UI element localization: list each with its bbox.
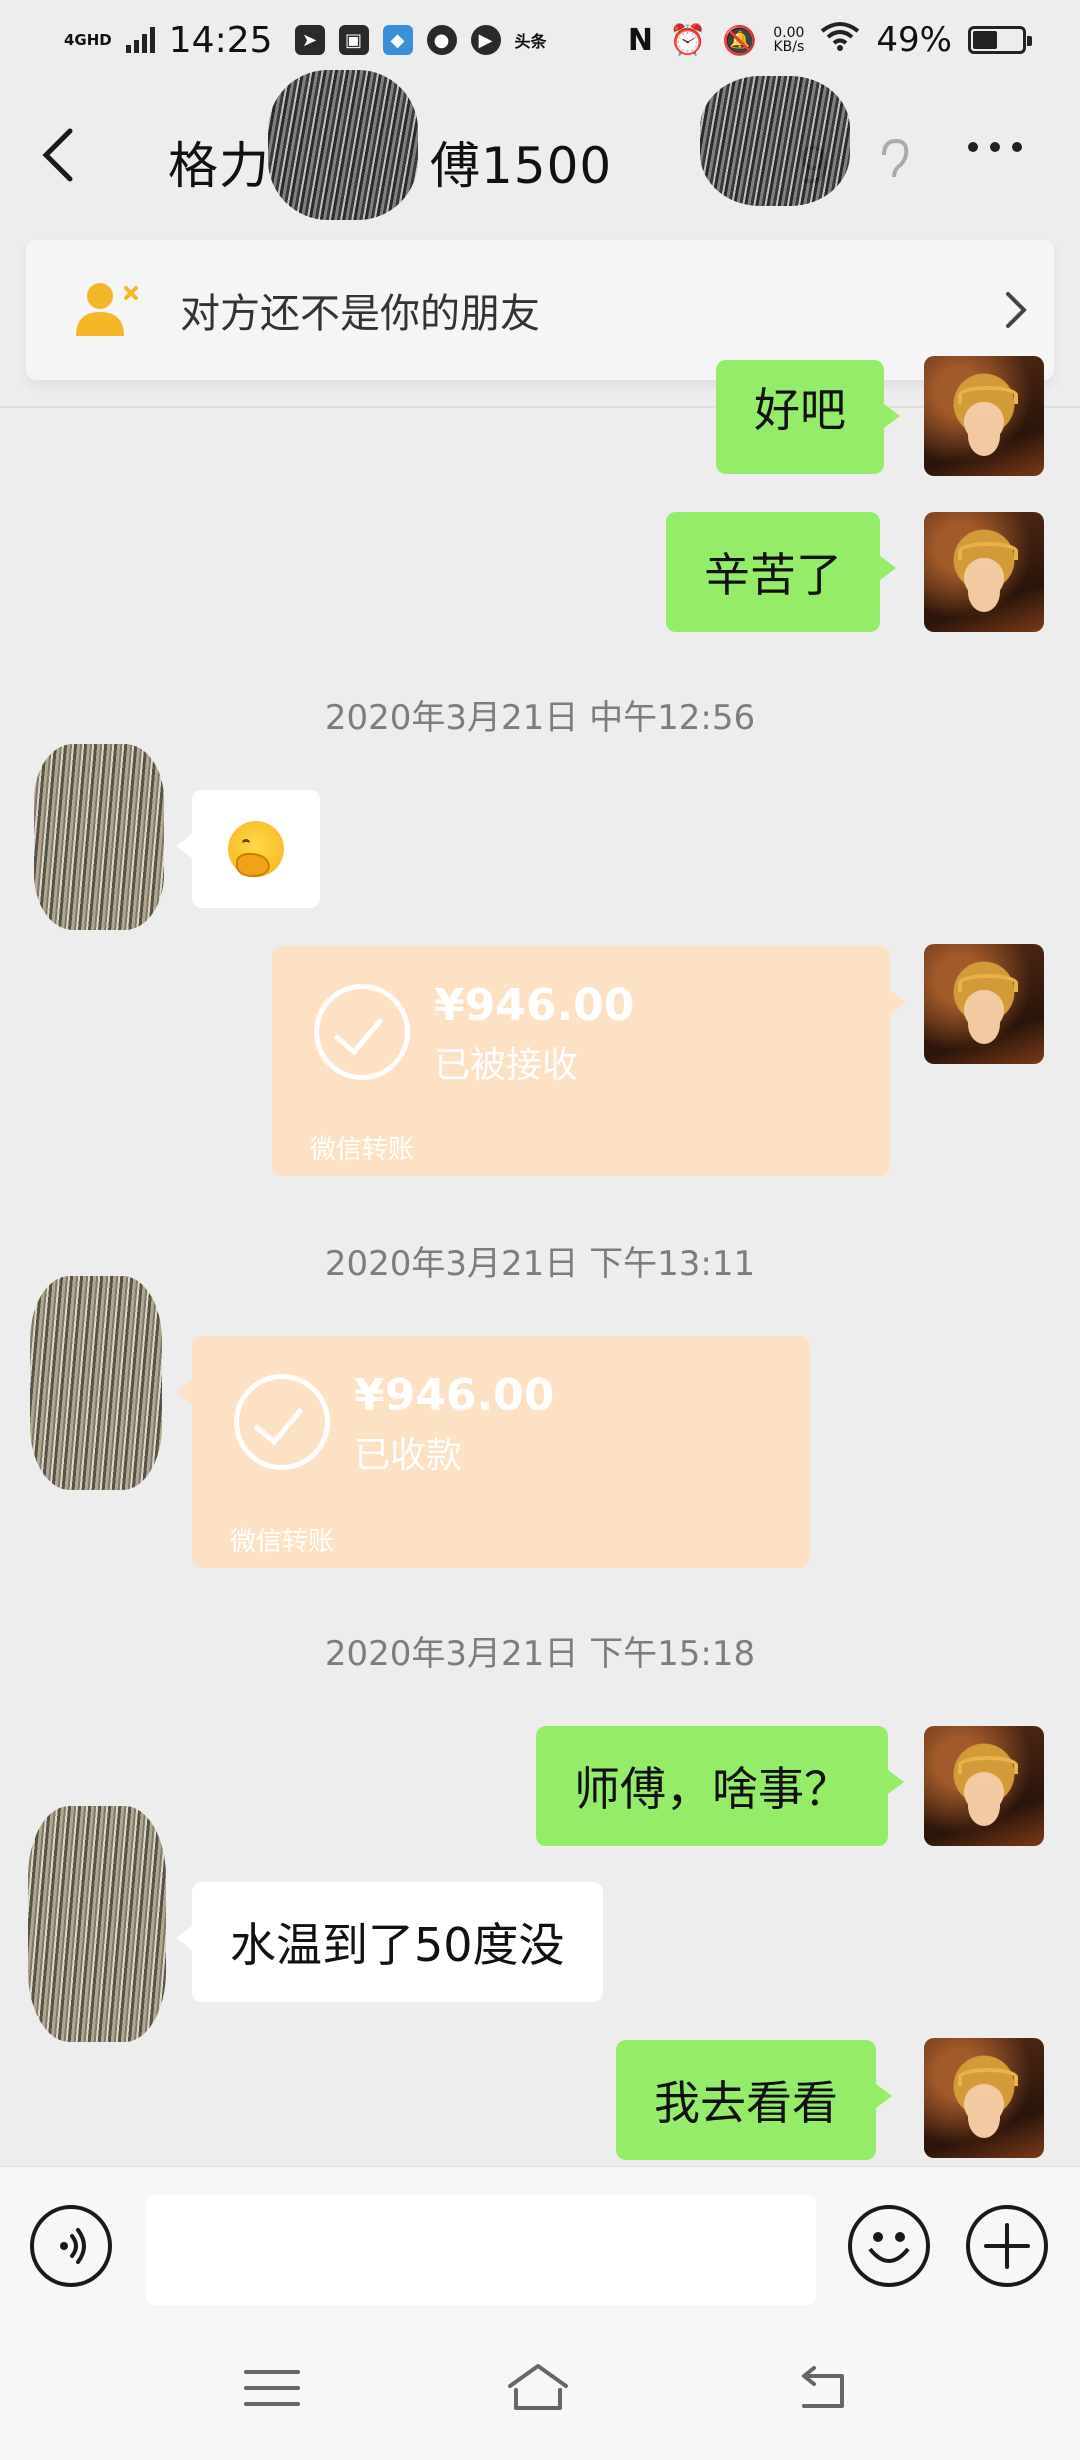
check-circle-icon (314, 984, 410, 1080)
chevron-right-icon (1006, 292, 1027, 328)
message-input[interactable] (146, 2195, 816, 2305)
nfc-icon: N (627, 22, 654, 58)
smiley-icon (868, 2232, 910, 2263)
outgoing-message[interactable]: 好吧 (716, 360, 900, 474)
transfer-card[interactable]: ¥946.00 已被接收 微信转账 (272, 946, 906, 1176)
app-icon: ▣ (338, 25, 369, 55)
bird-app-icon: ◆ (382, 25, 413, 55)
voice-icon (60, 2228, 86, 2264)
check-circle-icon (234, 1374, 330, 1470)
alarm-icon: ⏰ (669, 22, 707, 58)
not-friend-banner[interactable]: 对方还不是你的朋友 (26, 240, 1054, 380)
telegram-icon: ➤ (294, 25, 325, 55)
transfer-status: 已收款 (354, 1435, 463, 1476)
status-time: 14:25 (168, 19, 273, 61)
avatar[interactable] (924, 512, 1044, 632)
outgoing-message[interactable]: 辛苦了 (666, 512, 896, 632)
input-bar (0, 2166, 1080, 2316)
avatar[interactable] (30, 1276, 162, 1490)
more-options-button[interactable] (968, 142, 1022, 152)
add-friend-icon (76, 283, 138, 336)
outgoing-message[interactable]: 师傅，啥事？ (536, 1726, 904, 1846)
battery-icon (968, 26, 1032, 54)
voice-input-button[interactable] (30, 2205, 112, 2287)
incoming-emoji-message[interactable] (176, 790, 320, 908)
avatar[interactable] (28, 1806, 166, 2042)
transfer-label: 微信转账 (230, 1527, 335, 1557)
chat-header: 格力傅15009 (0, 70, 1080, 230)
message-timestamp: 2020年3月21日 下午13:11 (324, 1244, 756, 1284)
divider (0, 406, 1080, 408)
avatar[interactable] (924, 944, 1044, 1064)
home-icon[interactable] (506, 2360, 570, 2416)
play-icon: ▶ (470, 25, 501, 55)
emoji-button[interactable] (848, 2205, 930, 2287)
thinking-emoji-icon (228, 821, 284, 877)
status-bar: 4GHD 14:25 ➤ ▣ ◆ ● ▶ 头条 N ⏰ 🔕 0.00 KB/s 4… (0, 0, 1080, 80)
avatar[interactable] (34, 744, 164, 930)
more-functions-button[interactable] (966, 2205, 1048, 2287)
wifi-icon (820, 20, 860, 60)
system-navigation-bar (0, 2316, 1080, 2460)
compass-icon: ● (426, 25, 457, 55)
incoming-message[interactable]: 水温到了50度没 (176, 1882, 603, 2002)
transfer-card[interactable]: ¥946.00 已收款 微信转账 (176, 1336, 810, 1568)
signal-icon (125, 27, 155, 53)
plus-icon (984, 2223, 1030, 2269)
chevron-left-icon (42, 128, 73, 182)
avatar[interactable] (924, 2038, 1044, 2158)
net-speed: 0.00 KB/s (773, 25, 805, 55)
back-nav-icon[interactable] (790, 2360, 854, 2416)
battery-percent: 49% (876, 20, 952, 60)
avatar[interactable] (924, 1726, 1044, 1846)
transfer-amount: ¥946.00 (434, 980, 635, 1031)
toutiao-icon: 头条 (514, 32, 547, 51)
transfer-label: 微信转账 (310, 1135, 415, 1165)
avatar[interactable] (924, 356, 1044, 476)
mute-icon: 🔕 (722, 23, 758, 57)
message-timestamp: 2020年3月21日 下午15:18 (324, 1634, 756, 1674)
ear-icon (882, 138, 909, 178)
redaction-scribble (268, 70, 418, 220)
not-friend-text: 对方还不是你的朋友 (180, 291, 540, 337)
redaction-scribble (700, 76, 850, 206)
back-button[interactable] (38, 120, 88, 190)
message-timestamp: 2020年3月21日 中午12:56 (324, 698, 756, 738)
outgoing-message[interactable]: 我去看看 (616, 2040, 892, 2160)
network-type: 4GHD (64, 31, 112, 49)
menu-icon[interactable] (240, 2360, 304, 2416)
transfer-amount: ¥946.00 (354, 1370, 555, 1421)
transfer-status: 已被接收 (434, 1045, 579, 1086)
